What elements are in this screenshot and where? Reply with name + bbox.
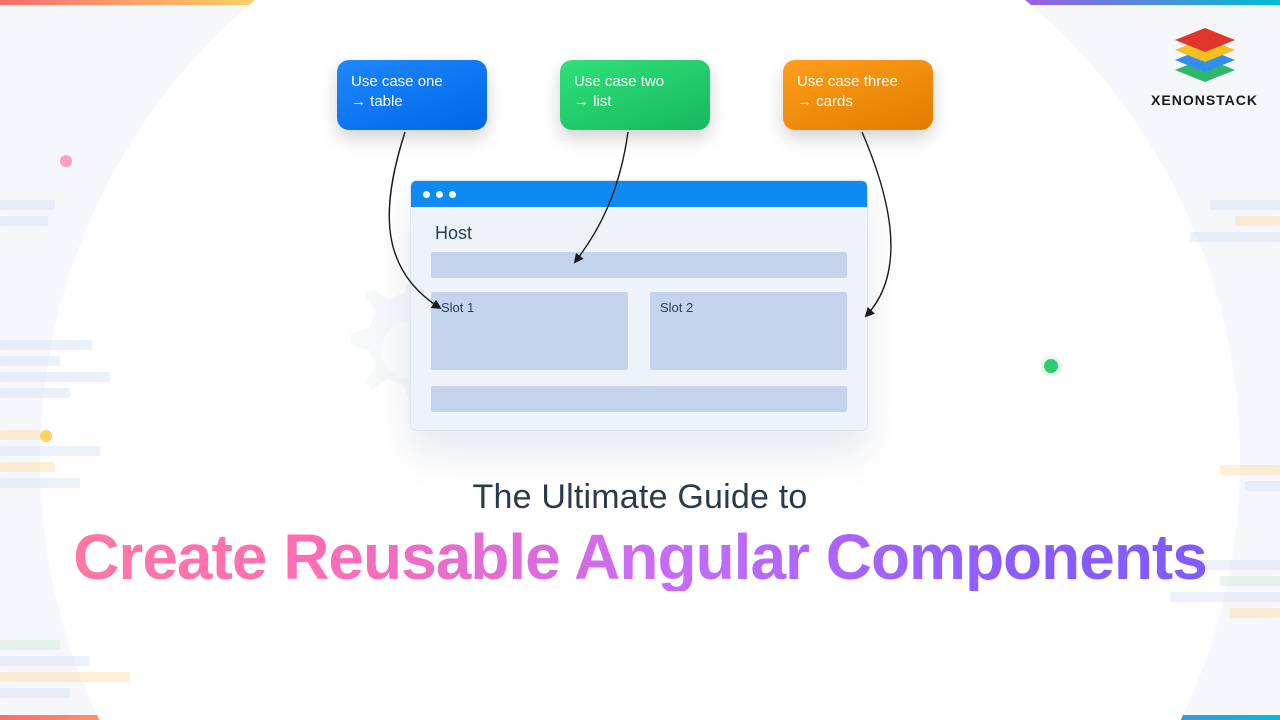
brand-name: XENONSTACK [1151, 92, 1258, 108]
deco-bars [0, 340, 110, 398]
host-titlebar [411, 181, 867, 207]
use-case-line2: → cards [797, 92, 919, 112]
use-case-card-list: Use case two → list [560, 60, 710, 130]
host-slot-1: Slot 1 [431, 292, 628, 370]
host-label: Host [435, 223, 847, 244]
use-case-line1: Use case one [351, 72, 473, 92]
use-case-line2: → table [351, 92, 473, 112]
main-title: Create Reusable Angular Components [0, 525, 1280, 591]
host-bar-top [431, 252, 847, 278]
decorative-dot [1040, 355, 1062, 377]
deco-bars [1190, 200, 1280, 242]
use-case-line2: → list [574, 92, 696, 112]
subtitle: The Ultimate Guide to [0, 478, 1280, 517]
decorative-dot [60, 155, 72, 167]
use-case-line1: Use case three [797, 72, 919, 92]
stack-icon [1166, 24, 1244, 86]
host-slot-2: Slot 2 [650, 292, 847, 370]
use-case-line1: Use case two [574, 72, 696, 92]
brand-logo: XENONSTACK [1151, 24, 1258, 108]
decorative-dot [40, 430, 52, 442]
use-case-card-table: Use case one → table [337, 60, 487, 130]
host-window: Host Slot 1 Slot 2 [410, 180, 868, 431]
host-bar-bottom [431, 386, 847, 412]
deco-bars [0, 640, 130, 698]
title-block: The Ultimate Guide to Create Reusable An… [0, 478, 1280, 591]
deco-bars [0, 200, 55, 226]
use-case-card-cards: Use case three → cards [783, 60, 933, 130]
